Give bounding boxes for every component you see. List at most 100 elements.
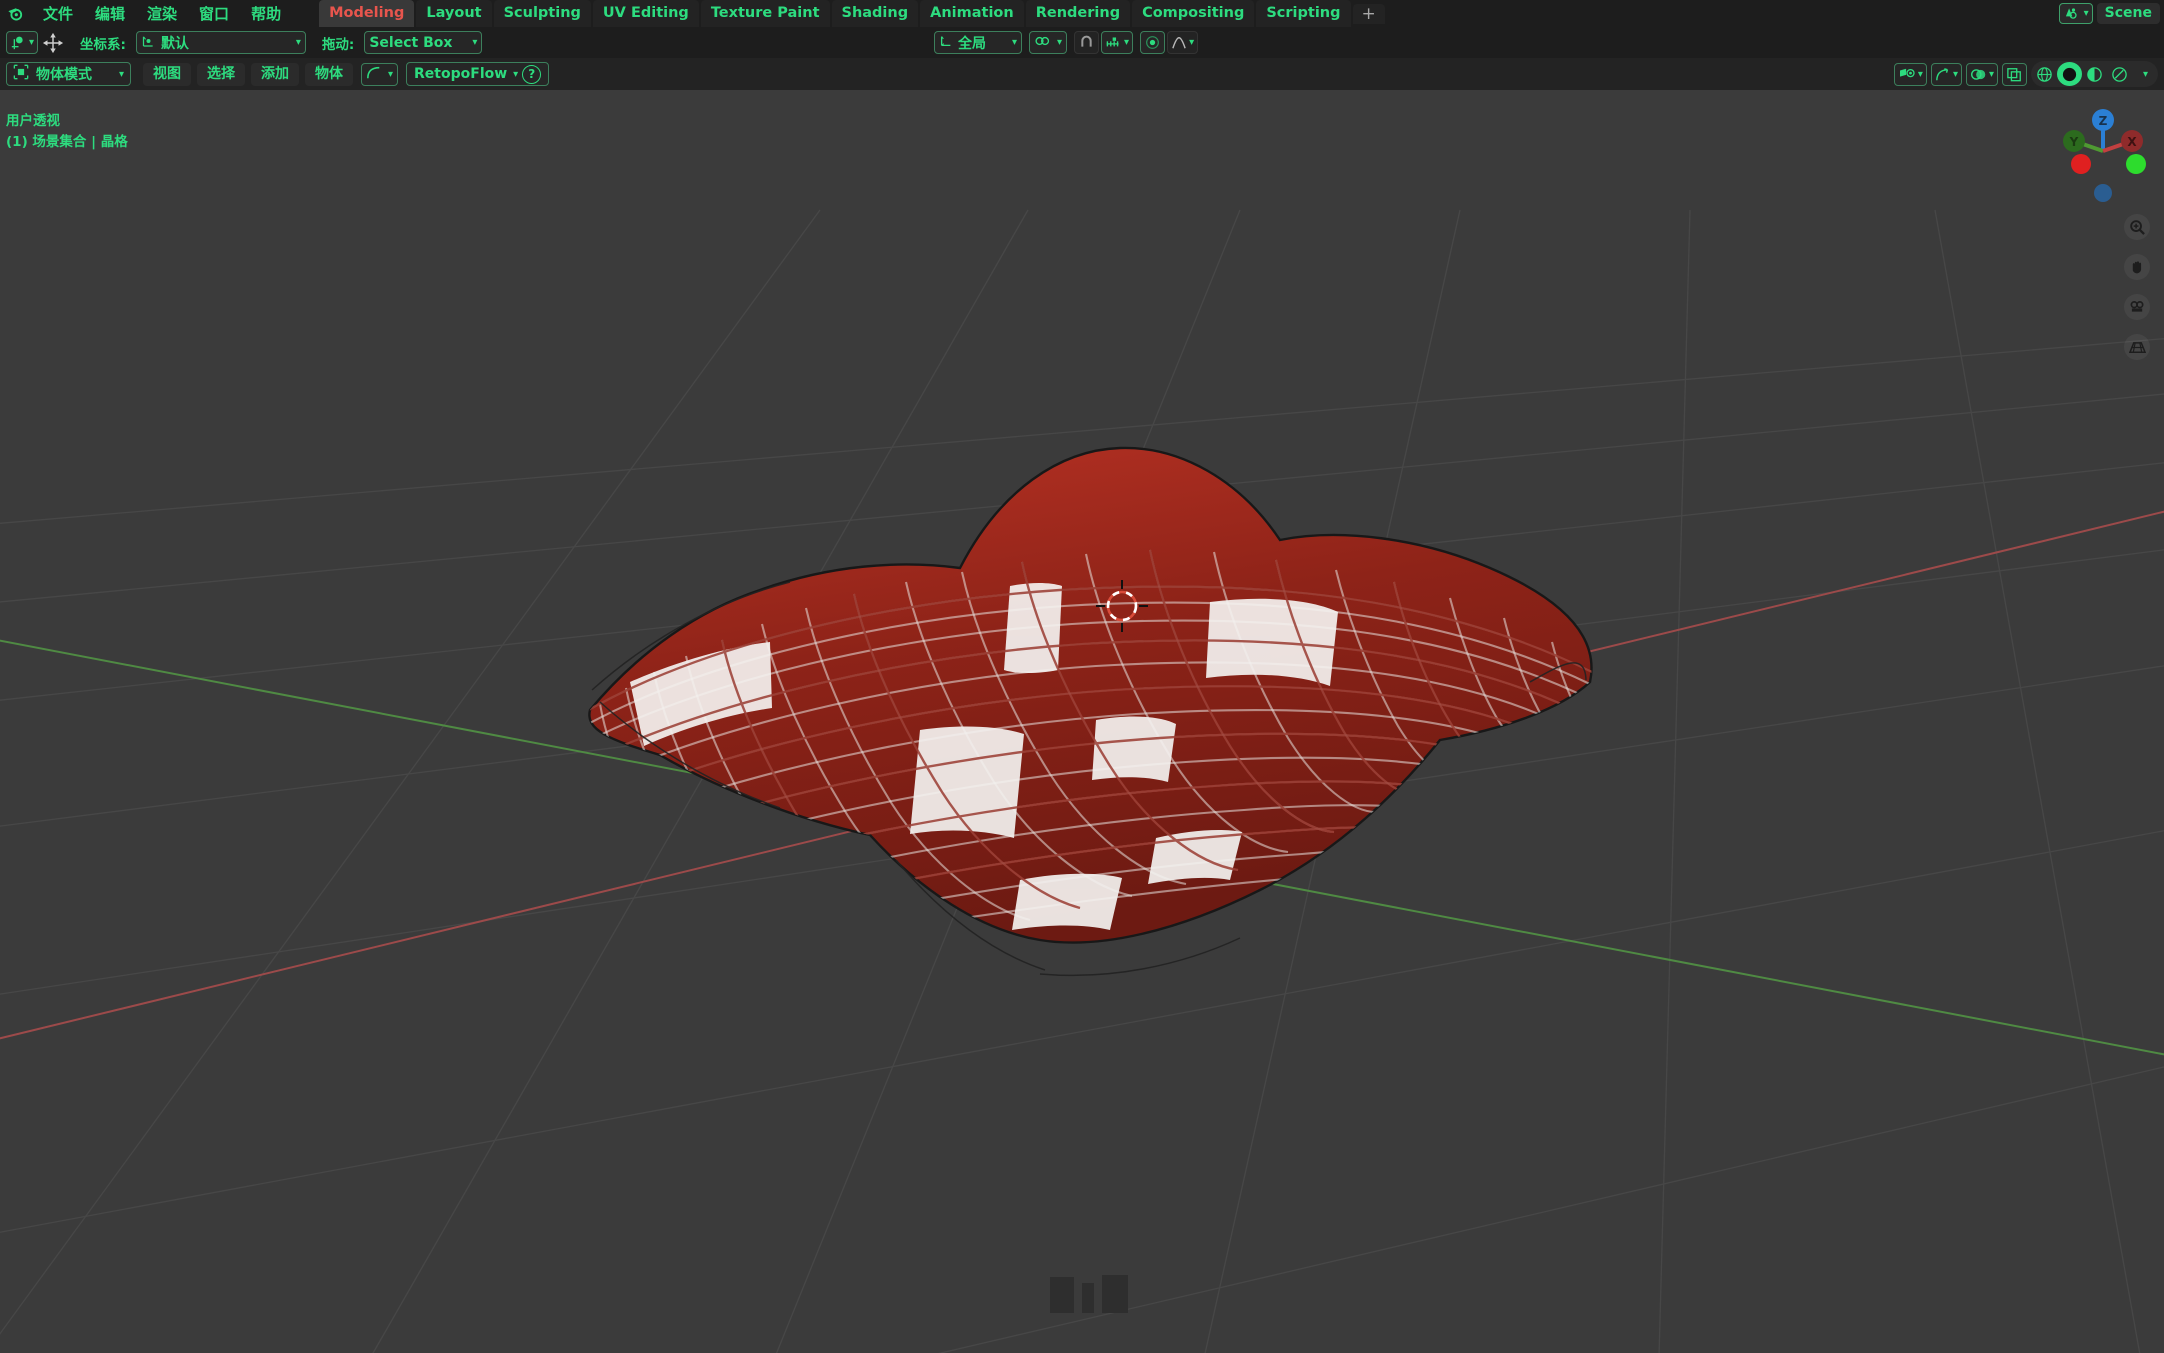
curve-icon xyxy=(366,65,382,84)
overlay-block xyxy=(1082,1283,1094,1313)
menu-window[interactable]: 窗口 xyxy=(188,3,240,25)
tool-settings-header: ▾ 坐标系: 默认 ▾ 拖动: Select Box ▾ 全局 ▾ ▾ ▾ ▾ xyxy=(0,27,2164,58)
overlay-block xyxy=(1050,1277,1074,1313)
chevron-down-icon: ▾ xyxy=(1124,37,1130,48)
workspace-tab-uv-editing[interactable]: UV Editing xyxy=(592,0,699,27)
gizmo-neg-x-ball xyxy=(2071,154,2091,174)
workspace-tab-rendering[interactable]: Rendering xyxy=(1025,0,1131,27)
gizmo-z-label: Z xyxy=(2099,114,2108,128)
orientation-label: 坐标系: xyxy=(80,36,126,53)
orientation-icon xyxy=(141,33,156,52)
chevron-down-icon: ▾ xyxy=(388,68,394,80)
chevron-down-icon: ▾ xyxy=(1189,37,1195,48)
viewport-perspective-label: 用户透视 xyxy=(6,113,60,129)
snap-pivot-dropdown[interactable]: ▾ xyxy=(1029,31,1068,54)
drag-action-dropdown[interactable]: Select Box ▾ xyxy=(364,31,483,54)
workspace-tab-layout[interactable]: Layout xyxy=(416,0,492,27)
pan-hand-icon[interactable] xyxy=(2124,254,2150,280)
workspace-tab-animation[interactable]: Animation xyxy=(920,0,1024,27)
workspace-tab-texture-paint[interactable]: Texture Paint xyxy=(700,0,830,27)
transform-orientation-dropdown[interactable]: 全局 ▾ xyxy=(934,31,1022,54)
navigation-gizmo[interactable]: Z Y X xyxy=(2050,98,2156,204)
viewport-shading-group: ▾ xyxy=(2031,61,2158,87)
chevron-down-icon: ▾ xyxy=(1988,68,1994,80)
top-bar: 文件 编辑 渲染 窗口 帮助 Modeling Layout Sculpting… xyxy=(0,0,2164,27)
move-tool-icon xyxy=(38,31,68,55)
viewport-header-right: ▾ ▾ ▾ ▾ xyxy=(1893,58,2158,90)
blender-logo-icon[interactable] xyxy=(0,0,30,27)
gizmo-y-label: Y xyxy=(2069,135,2079,149)
object-type-visibility-icon[interactable]: ▾ xyxy=(1893,62,1927,86)
camera-view-icon[interactable] xyxy=(2124,294,2150,320)
object-mode-icon xyxy=(13,64,29,84)
magnet-icon[interactable] xyxy=(1074,31,1100,54)
shading-rendered-icon[interactable] xyxy=(2107,62,2132,86)
interaction-mode-dropdown[interactable]: 物体模式 ▾ xyxy=(6,62,131,86)
viewport-scene xyxy=(0,209,2164,1353)
proportional-editing-icon[interactable] xyxy=(1140,31,1166,54)
drag-label: 拖动: xyxy=(321,36,355,53)
chevron-down-icon: ▾ xyxy=(513,68,519,80)
editor-type-3dview-icon[interactable]: ▾ xyxy=(6,31,39,54)
overlay-block xyxy=(1102,1275,1128,1313)
blender-window: 文件 编辑 渲染 窗口 帮助 Modeling Layout Sculpting… xyxy=(0,0,2164,1353)
toggle-perspective-icon[interactable] xyxy=(2124,334,2150,360)
3d-viewport[interactable]: 用户透视 (1) 场景集合 | 晶格 Z Y X xyxy=(0,90,2164,1353)
scene-name-field[interactable]: Scene xyxy=(2096,3,2160,24)
workspace-tab-compositing[interactable]: Compositing xyxy=(1132,0,1255,27)
snap-pivot-icon xyxy=(1034,33,1051,52)
scene-selector[interactable]: ▾ xyxy=(2058,3,2093,24)
transform-orientation-value: 全局 xyxy=(958,35,986,52)
smooth-falloff-icon[interactable]: ▾ xyxy=(1167,31,1199,54)
chevron-down-icon: ▾ xyxy=(29,37,35,48)
shading-solid-icon[interactable] xyxy=(2057,62,2082,86)
show-gizmo-icon[interactable]: ▾ xyxy=(1930,62,1962,86)
retopoflow-label: RetopoFlow xyxy=(414,66,508,82)
interaction-mode-value: 物体模式 xyxy=(36,67,92,83)
snap-increment-icon[interactable]: ▾ xyxy=(1101,31,1134,54)
chevron-down-icon: ▾ xyxy=(1917,68,1923,80)
orientation-value: 默认 xyxy=(160,35,189,52)
menu-file[interactable]: 文件 xyxy=(32,3,84,25)
lattice-object[interactable] xyxy=(585,446,1600,990)
workspace-tab-sculpting[interactable]: Sculpting xyxy=(493,0,591,27)
gizmo-neg-y-ball xyxy=(2126,154,2146,174)
chevron-down-icon: ▾ xyxy=(1011,37,1017,48)
menu-help[interactable]: 帮助 xyxy=(240,3,292,25)
gizmo-x-label: X xyxy=(2127,135,2137,149)
viewport-header: 物体模式 ▾ 视图 选择 添加 物体 ▾ RetopoFlow ▾ ? ▾ ▾ … xyxy=(0,58,2164,90)
chevron-down-icon: ▾ xyxy=(295,37,301,48)
menu-view[interactable]: 视图 xyxy=(143,62,191,86)
chevron-down-icon: ▾ xyxy=(472,37,478,48)
chevron-down-icon: ▾ xyxy=(1952,68,1958,80)
add-workspace-button[interactable]: + xyxy=(1352,3,1385,24)
shading-material-icon[interactable] xyxy=(2082,62,2107,86)
menu-render[interactable]: 渲染 xyxy=(136,3,188,25)
workspace-tabs: Modeling Layout Sculpting UV Editing Tex… xyxy=(319,0,1385,27)
shading-wireframe-icon[interactable] xyxy=(2032,62,2057,86)
gizmo-neg-z-ball xyxy=(2094,184,2112,202)
menu-select[interactable]: 选择 xyxy=(197,62,245,86)
zoom-icon[interactable] xyxy=(2124,214,2150,240)
viewport-nav-buttons xyxy=(2124,214,2150,360)
toggle-xray-icon[interactable] xyxy=(2002,62,2027,86)
workspace-tab-scripting[interactable]: Scripting xyxy=(1256,0,1351,27)
shading-dropdown-icon[interactable]: ▾ xyxy=(2132,62,2157,86)
drag-value: Select Box xyxy=(369,34,453,51)
menu-add[interactable]: 添加 xyxy=(251,62,299,86)
curve-icon-dropdown[interactable]: ▾ xyxy=(361,62,399,86)
workspace-tab-shading[interactable]: Shading xyxy=(831,0,919,27)
menu-edit[interactable]: 编辑 xyxy=(84,3,136,25)
menu-object[interactable]: 物体 xyxy=(305,62,353,86)
orientation-dropdown[interactable]: 默认 ▾ xyxy=(135,31,306,54)
retopoflow-dropdown[interactable]: RetopoFlow ▾ ? xyxy=(406,62,550,86)
chevron-down-icon: ▾ xyxy=(1057,37,1063,48)
show-overlays-icon[interactable]: ▾ xyxy=(1965,62,1998,86)
topbar-right-group: ▾ Scene xyxy=(2058,0,2160,27)
workspace-tab-modeling[interactable]: Modeling xyxy=(319,0,415,27)
global-orientation-icon xyxy=(939,33,953,52)
chevron-down-icon: ▾ xyxy=(2083,8,2089,19)
bottom-overlay-blocks xyxy=(1050,1275,1128,1313)
viewport-collection-label: (1) 场景集合 | 晶格 xyxy=(6,134,128,150)
help-icon[interactable]: ? xyxy=(522,64,542,84)
